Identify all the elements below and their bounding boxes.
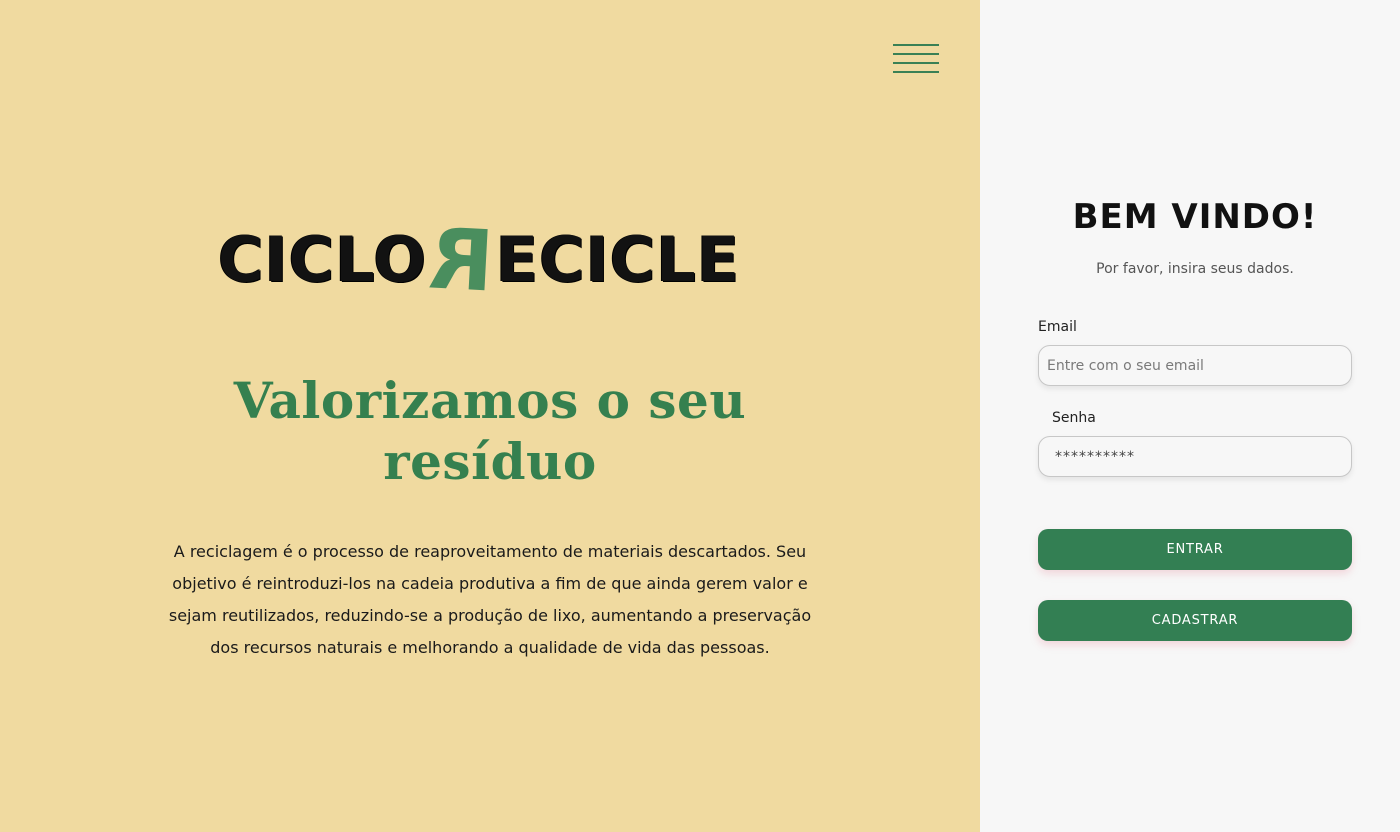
hero-panel: CICLO R ECICLE Valorizamos o seu resíduo… [0,0,980,832]
password-field[interactable] [1038,436,1352,477]
login-panel: BEM VINDO! Por favor, insira seus dados.… [980,0,1400,832]
password-label: Senha [1052,410,1096,426]
menu-line [893,44,939,46]
hero-headline: Valorizamos o seu resíduo [233,371,747,491]
hero-description: A reciclagem é o processo de reaproveita… [168,542,812,657]
email-field[interactable] [1038,345,1352,386]
logo-recycle-mark: R [426,209,497,311]
welcome-title: BEM VINDO! [1072,197,1318,237]
menu-line [893,71,939,73]
menu-line [893,62,939,64]
logo-prefix: CICLO [218,223,428,296]
menu-line [893,53,939,55]
brand-logo: CICLO R ECICLE [218,209,762,311]
login-button[interactable]: ENTRAR [1038,529,1352,570]
welcome-subtitle: Por favor, insira seus dados. [1096,261,1294,277]
logo-suffix: ECICLE [495,223,741,296]
register-button[interactable]: CADASTRAR [1038,600,1352,641]
hamburger-menu-icon[interactable] [893,44,939,74]
email-label: Email [1038,319,1077,335]
